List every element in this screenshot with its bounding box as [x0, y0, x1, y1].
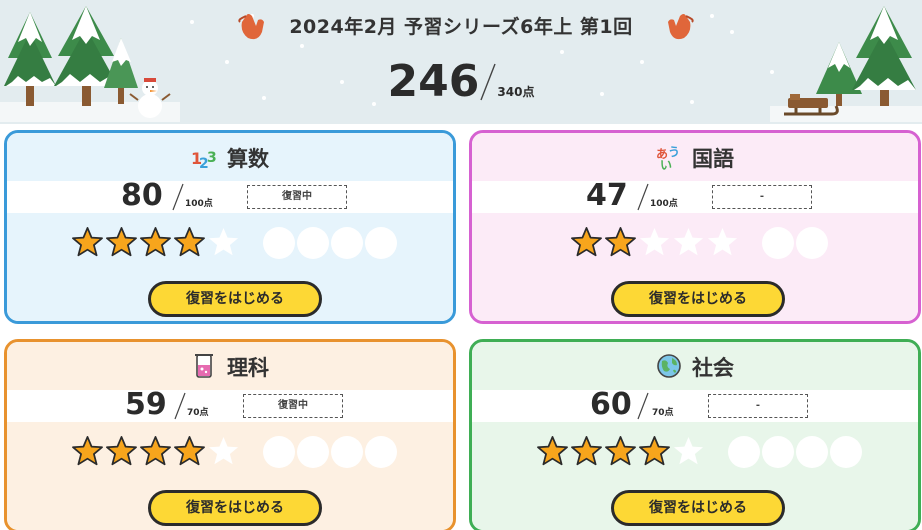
globe-icon [657, 354, 681, 378]
svg-text:い: い [660, 158, 672, 170]
subject-score: 59 [125, 387, 167, 422]
star-filled-icon [571, 226, 602, 256]
start-review-button[interactable]: 復習をはじめる [611, 490, 785, 526]
score-slash [480, 63, 497, 101]
page: 2024年2月 予習シリーズ6年上 第1回 246 340点 1 2 3 算数 8… [0, 0, 922, 530]
total-score: 246 [387, 56, 480, 107]
review-circles [728, 436, 864, 468]
star-filled-icon [174, 226, 205, 256]
subject-max: 100点 [650, 199, 678, 209]
hiragana-icon: あ う い [656, 145, 680, 170]
star-rating [71, 225, 241, 259]
star-filled-icon [639, 435, 670, 465]
review-status: - [708, 394, 808, 418]
page-title: 2024年2月 予習シリーズ6年上 第1回 [289, 16, 633, 38]
subject-score: 60 [590, 387, 632, 422]
start-review-button[interactable]: 復習をはじめる [148, 490, 322, 526]
review-circle [263, 227, 295, 259]
total-score-display: 246 340点 [0, 56, 922, 107]
score-row: 47 100点 - [472, 178, 918, 213]
review-circle [365, 436, 397, 468]
review-circle [796, 227, 828, 259]
header-banner: 2024年2月 予習シリーズ6年上 第1回 246 340点 [0, 0, 922, 124]
star-filled-icon [174, 435, 205, 465]
star-empty-icon [208, 227, 239, 255]
subject-title: あ う い 国語 [472, 143, 918, 173]
score-row: 59 70点 復習中 [7, 387, 453, 422]
review-circle [728, 436, 760, 468]
subject-card-science: 理科 59 70点 復習中 復習をはじめる [4, 339, 456, 530]
review-status: 復習中 [247, 185, 347, 209]
subject-score: 47 [586, 178, 628, 213]
review-circle [762, 436, 794, 468]
review-circle [796, 436, 828, 468]
subject-name: 理科 [227, 356, 269, 380]
total-max: 340点 [497, 85, 535, 99]
star-empty-icon [673, 227, 704, 255]
numbers-icon: 1 2 3 [191, 149, 217, 170]
beaker-icon [195, 354, 213, 378]
star-filled-icon [106, 226, 137, 256]
star-filled-icon [106, 435, 137, 465]
review-circle [297, 227, 329, 259]
review-circle [331, 436, 363, 468]
review-circle [331, 227, 363, 259]
review-circles [762, 227, 830, 259]
review-circle [297, 436, 329, 468]
subject-score: 80 [121, 178, 163, 213]
subject-name: 社会 [692, 356, 734, 380]
svg-text:3: 3 [207, 150, 217, 166]
star-filled-icon [72, 226, 103, 256]
star-filled-icon [537, 435, 568, 465]
star-empty-icon [673, 436, 704, 464]
subject-card-math: 1 2 3 算数 80 100点 復習中 復習をはじめる [4, 130, 456, 324]
star-rating [536, 434, 706, 468]
start-review-button[interactable]: 復習をはじめる [148, 281, 322, 317]
review-circle [830, 436, 862, 468]
star-rating [570, 225, 740, 259]
subject-card-social: 社会 60 70点 - 復習をはじめる [469, 339, 921, 530]
star-filled-icon [72, 435, 103, 465]
subject-title: 社会 [472, 352, 918, 382]
subject-name: 算数 [227, 147, 269, 171]
subject-max: 70点 [187, 408, 209, 418]
subject-card-japanese: あ う い 国語 47 100点 - 復習をはじめる [469, 130, 921, 324]
star-rating [71, 434, 241, 468]
subject-name: 国語 [692, 147, 734, 171]
star-filled-icon [140, 226, 171, 256]
star-filled-icon [605, 435, 636, 465]
subject-title: 1 2 3 算数 [7, 143, 453, 173]
star-filled-icon [605, 226, 636, 256]
review-status: - [712, 185, 812, 209]
score-row: 80 100点 復習中 [7, 178, 453, 213]
score-row: 60 70点 - [472, 387, 918, 422]
score-slash [174, 392, 186, 420]
review-status: 復習中 [243, 394, 343, 418]
star-empty-icon [208, 436, 239, 464]
star-empty-icon [639, 227, 670, 255]
review-circle [365, 227, 397, 259]
review-circles [263, 436, 399, 468]
star-empty-icon [707, 227, 738, 255]
review-circle [263, 436, 295, 468]
start-review-button[interactable]: 復習をはじめる [611, 281, 785, 317]
subject-max: 70点 [652, 408, 674, 418]
star-filled-icon [140, 435, 171, 465]
svg-text:う: う [668, 145, 680, 159]
review-circle [762, 227, 794, 259]
score-slash [637, 392, 649, 420]
star-filled-icon [571, 435, 602, 465]
subject-title: 理科 [7, 352, 453, 382]
score-slash [172, 183, 184, 211]
review-circles [263, 227, 399, 259]
subject-max: 100点 [185, 199, 213, 209]
score-slash [637, 183, 649, 211]
